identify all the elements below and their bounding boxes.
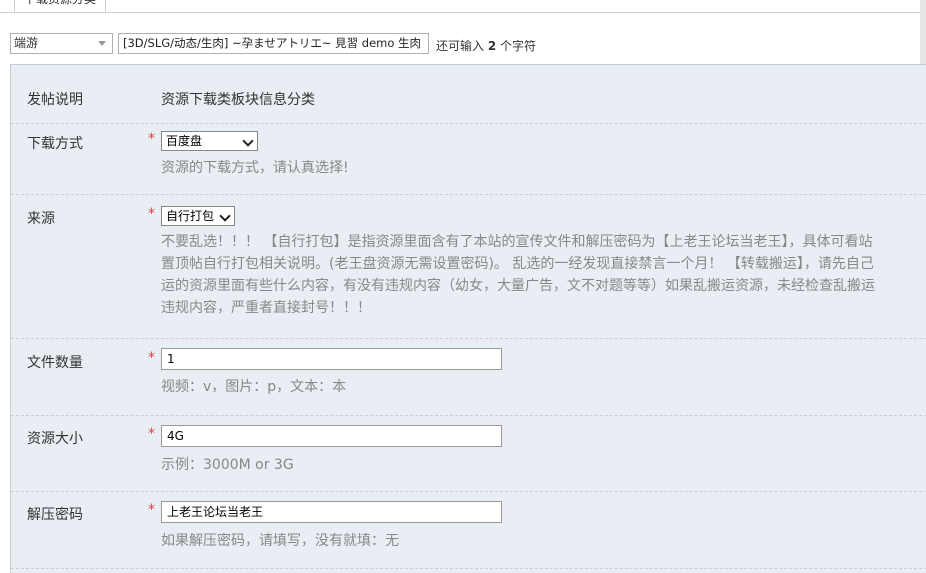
source-hint-line: 运的资源里面有些什么内容，有没有违规内容（幼女，大量广告，文不对题等等）如果乱搬… xyxy=(161,278,875,294)
download-method-select[interactable]: 百度盘 xyxy=(161,131,258,151)
required-mark: * xyxy=(148,426,155,442)
required-mark: * xyxy=(148,350,155,366)
row-label: 下载方式 xyxy=(27,136,83,152)
chevron-down-icon xyxy=(219,210,231,222)
thread-type-select[interactable]: 端游 xyxy=(10,33,113,54)
row-resource-size: 资源大小 * 4G 示例：3000M or 3G xyxy=(11,416,926,492)
row-label: 来源 xyxy=(27,211,55,227)
file-count-hint: 视频：v，图片：p，文本：本 xyxy=(161,379,347,395)
extract-password-hint: 如果解压密码，请填写，没有就填：无 xyxy=(161,533,399,549)
tab-bar: 下载资源分类 xyxy=(0,0,926,13)
tab-download-category[interactable]: 下载资源分类 xyxy=(14,0,106,12)
chevron-down-icon xyxy=(98,41,106,46)
download-method-value: 百度盘 xyxy=(166,134,203,148)
description-text: 资源下载类板块信息分类 xyxy=(161,92,315,108)
row-label: 发帖说明 xyxy=(27,92,83,108)
row-label: 文件数量 xyxy=(27,355,83,371)
thread-type-value: 端游 xyxy=(14,36,39,50)
resource-size-input[interactable]: 4G xyxy=(161,425,502,447)
file-count-input[interactable]: 1 xyxy=(161,348,502,370)
remaining-suffix: 个字符 xyxy=(500,39,537,53)
download-method-hint: 资源的下载方式，请认真选择! xyxy=(161,160,349,176)
remaining-count: 2 xyxy=(487,39,497,53)
row-label: 解压密码 xyxy=(27,507,83,523)
row-download-method: 下载方式 * 百度盘 资源的下载方式，请认真选择! xyxy=(11,124,926,195)
form-panel: 发帖说明 资源下载类板块信息分类 下载方式 * 百度盘 资源的下载方式，请认真选… xyxy=(10,64,926,573)
row-label: 资源大小 xyxy=(27,431,83,447)
row-description: 发帖说明 资源下载类板块信息分类 xyxy=(11,65,926,124)
source-hint-line: 置顶帖自行打包相关说明。(老王盘资源无需设置密码)。 乱选的一经发现直接禁言一个… xyxy=(161,256,874,272)
source-hint-line: 违规内容，严重者直接封号！！！ xyxy=(161,300,371,316)
chevron-down-icon xyxy=(242,135,254,147)
source-select[interactable]: 自行打包 xyxy=(161,206,235,226)
remaining-prefix: 还可输入 xyxy=(436,39,485,53)
extract-password-input[interactable]: 上老王论坛当老王 xyxy=(161,501,502,523)
remaining-chars-text: 还可输入 2 个字符 xyxy=(436,37,536,54)
resource-size-hint: 示例：3000M or 3G xyxy=(161,457,294,473)
source-value: 自行打包 xyxy=(166,209,215,223)
row-extract-password: 解压密码 * 上老王论坛当老王 如果解压密码，请填写，没有就填：无 xyxy=(11,492,926,569)
source-hint-line: 不要乱选！！！ 【自行打包】是指资源里面含有了本站的宣传文件和解压密码为【上老王… xyxy=(161,234,873,250)
required-mark: * xyxy=(148,206,155,222)
row-file-count: 文件数量 * 1 视频：v，图片：p，文本：本 xyxy=(11,339,926,416)
thread-title-input[interactable]: [3D/SLG/动态/生肉] ~孕ませアトリエ~ 見習 demo 生肉 xyxy=(118,33,429,54)
row-source: 来源 * 自行打包 不要乱选！！！ 【自行打包】是指资源里面含有了本站的宣传文件… xyxy=(11,195,926,339)
required-mark: * xyxy=(148,502,155,518)
required-mark: * xyxy=(148,131,155,147)
